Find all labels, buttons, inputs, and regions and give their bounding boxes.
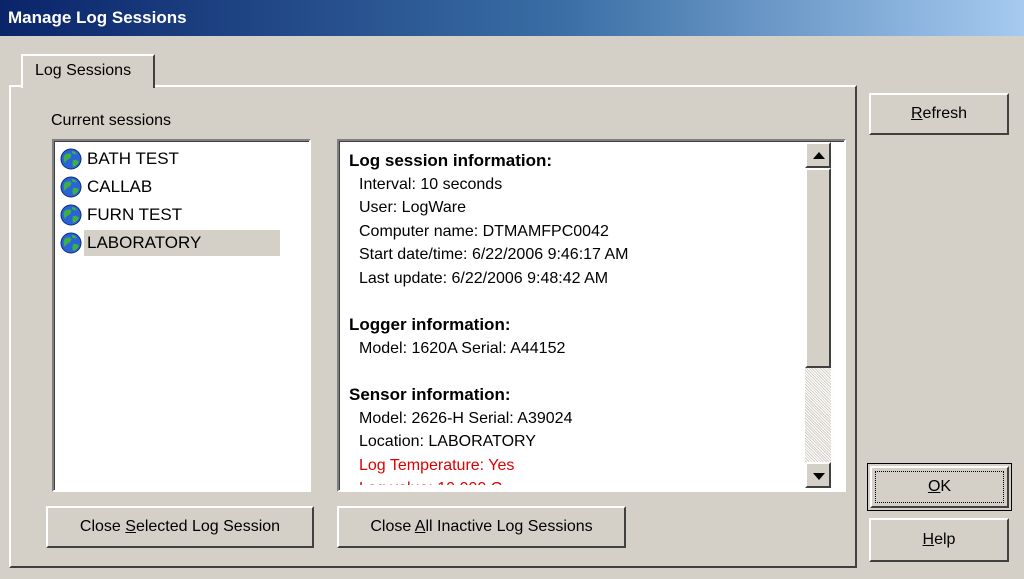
last-update-text: Last update: 6/22/2006 9:48:42 AM — [359, 269, 609, 287]
close-inactive-button[interactable]: Close All Inactive Log Sessions — [337, 506, 626, 548]
scroll-up-button[interactable] — [805, 142, 831, 168]
globe-icon — [60, 148, 82, 170]
sessions-listbox[interactable]: BATH TEST CALLAB FURN TEST LABORATORY — [52, 139, 311, 492]
interval-text: Interval: 10 seconds — [359, 175, 503, 193]
computer-name-text: Computer name: DTMAMFPC0042 — [359, 222, 609, 240]
tab-log-sessions[interactable]: Log Sessions — [21, 54, 155, 88]
list-item-selected[interactable]: LABORATORY — [60, 229, 280, 257]
ok-button[interactable]: OK — [867, 463, 1012, 511]
scroll-thumb[interactable] — [805, 168, 831, 368]
refresh-button[interactable]: Refresh — [869, 93, 1009, 135]
sensor-heading: Sensor information: — [349, 385, 511, 404]
list-item[interactable]: BATH TEST — [60, 145, 182, 173]
session-name: BATH TEST — [87, 149, 179, 168]
list-item[interactable]: CALLAB — [60, 173, 155, 201]
session-name: CALLAB — [87, 177, 153, 196]
tab-label: Log Sessions — [35, 62, 132, 79]
log-session-heading: Log session information: — [349, 151, 553, 170]
info-scrollbar[interactable] — [805, 142, 831, 488]
list-item[interactable]: FURN TEST — [60, 201, 185, 229]
refresh-label: Refresh — [910, 105, 968, 122]
scroll-down-button[interactable] — [805, 462, 831, 488]
arrow-down-icon — [813, 473, 825, 480]
title-bar[interactable]: Manage Log Sessions — [0, 0, 1024, 36]
session-info-text: Log session information: Interval: 10 se… — [349, 149, 809, 485]
partial-line-text: Log value: 10.000 C — [349, 477, 809, 485]
logger-model-text: Model: 1620A Serial: A44152 — [359, 339, 566, 357]
window-title: Manage Log Sessions — [8, 8, 187, 27]
close-selected-button[interactable]: Close Selected Log Session — [46, 506, 314, 548]
logger-heading: Logger information: — [349, 315, 511, 334]
close-selected-label: Close Selected Log Session — [79, 518, 281, 535]
current-sessions-label: Current sessions — [51, 112, 172, 129]
session-name: FURN TEST — [87, 205, 183, 224]
ok-label: OK — [927, 478, 952, 495]
session-info-box[interactable]: Log session information: Interval: 10 se… — [337, 139, 846, 492]
location-text: Location: LABORATORY — [359, 433, 536, 450]
arrow-up-icon — [813, 152, 825, 159]
globe-icon — [60, 232, 82, 254]
session-name: LABORATORY — [84, 230, 280, 256]
help-label: Help — [922, 531, 956, 548]
globe-icon — [60, 176, 82, 198]
start-time-text: Start date/time: 6/22/2006 9:46:17 AM — [359, 246, 629, 263]
close-inactive-label: Close All Inactive Log Sessions — [370, 518, 593, 535]
user-text: User: LogWare — [359, 199, 466, 216]
sensor-model-text: Model: 2626-H Serial: A39024 — [359, 409, 573, 427]
help-button[interactable]: Help — [869, 518, 1009, 562]
log-temperature-text: Log Temperature: Yes — [359, 456, 515, 474]
globe-icon — [60, 204, 82, 226]
